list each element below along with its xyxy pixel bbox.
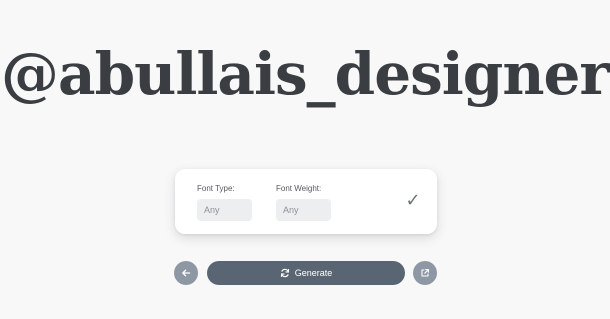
font-weight-label: Font Weight: <box>276 184 322 193</box>
refresh-icon <box>280 268 289 278</box>
open-external-button[interactable] <box>413 261 437 285</box>
font-options-card: Font Type: Any Font Weight: Any ✓ <box>175 169 437 234</box>
check-icon[interactable]: ✓ <box>403 189 423 213</box>
font-weight-select[interactable]: Any <box>276 199 331 221</box>
arrow-left-icon <box>182 269 191 277</box>
font-weight-field: Font Weight: Any <box>276 184 331 221</box>
page: @abullais_designer Font Type: Any Font W… <box>0 0 610 319</box>
external-link-icon <box>421 269 429 277</box>
back-button[interactable] <box>174 261 198 285</box>
font-type-label: Font Type: <box>197 184 235 193</box>
font-type-select[interactable]: Any <box>197 199 252 221</box>
hero-title: @abullais_designer <box>1 40 610 108</box>
generate-label: Generate <box>294 268 333 278</box>
font-type-field: Font Type: Any <box>197 184 252 221</box>
generate-button[interactable]: Generate <box>207 261 405 285</box>
